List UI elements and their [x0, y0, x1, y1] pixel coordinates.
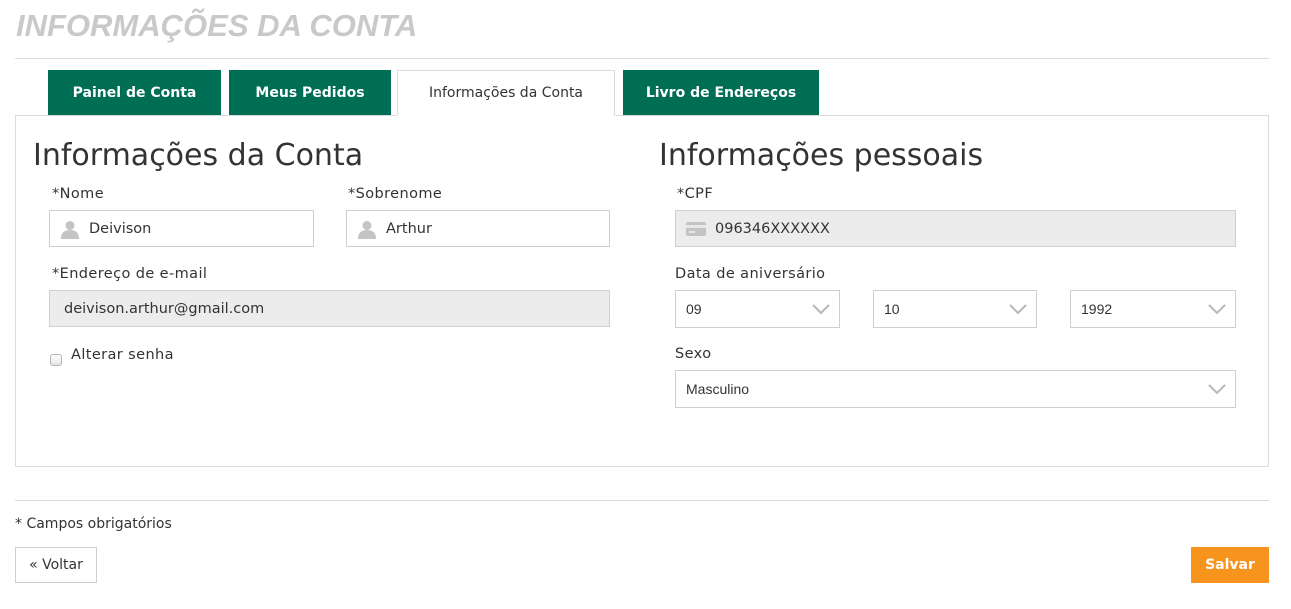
chevron-down-icon: [1208, 384, 1226, 395]
save-button[interactable]: Salvar: [1191, 547, 1269, 583]
chevron-down-icon: [1009, 304, 1027, 315]
first-name-label: *Nome: [52, 186, 105, 202]
card-icon: [685, 218, 707, 240]
last-name-field[interactable]: Arthur: [346, 210, 610, 247]
birthday-month-select[interactable]: 10: [873, 290, 1037, 328]
tab-painel-de-conta[interactable]: Painel de Conta: [48, 70, 221, 115]
first-name-field[interactable]: Deivison: [49, 210, 314, 247]
birthday-year-select[interactable]: 1992: [1070, 290, 1236, 328]
account-form-panel: Informações da Conta *Nome Deivison *Sob…: [15, 115, 1269, 467]
tab-informacoes-da-conta[interactable]: Informações da Conta: [397, 70, 615, 116]
gender-value: Masculino: [686, 381, 750, 397]
change-password-checkbox[interactable]: [50, 354, 62, 366]
chevron-down-icon: [812, 304, 830, 315]
account-info-heading: Informações da Conta: [33, 138, 364, 173]
tab-livro-de-enderecos[interactable]: Livro de Endereços: [623, 70, 819, 115]
personal-info-heading: Informações pessoais: [659, 138, 984, 173]
email-label: *Endereço de e-mail: [52, 266, 208, 282]
gender-label: Sexo: [675, 346, 712, 362]
birthday-label: Data de aniversário: [675, 266, 826, 282]
last-name-value: Arthur: [386, 220, 432, 237]
tab-meus-pedidos[interactable]: Meus Pedidos: [229, 70, 391, 115]
change-password-label: Alterar senha: [71, 347, 174, 363]
first-name-value: Deivison: [89, 220, 152, 237]
user-icon: [59, 218, 81, 240]
user-icon: [356, 218, 378, 240]
cpf-field[interactable]: 096346XXXXXX: [675, 210, 1236, 247]
email-field[interactable]: deivison.arthur@gmail.com: [49, 290, 610, 327]
required-fields-note: * Campos obrigatórios: [15, 516, 172, 532]
birthday-day-select[interactable]: 09: [675, 290, 840, 328]
gender-select[interactable]: Masculino: [675, 370, 1236, 408]
cpf-value: 096346XXXXXX: [715, 220, 830, 237]
footer-divider: [15, 500, 1269, 501]
email-value: deivison.arthur@gmail.com: [64, 300, 265, 317]
chevron-down-icon: [1208, 304, 1226, 315]
birthday-day-value: 09: [686, 301, 702, 317]
title-divider: [15, 58, 1269, 59]
cpf-label: *CPF: [677, 186, 714, 202]
birthday-month-value: 10: [884, 301, 900, 317]
page-title: INFORMAÇÕES DA CONTA: [16, 8, 418, 43]
birthday-year-value: 1992: [1081, 301, 1113, 317]
back-button[interactable]: « Voltar: [15, 547, 97, 583]
last-name-label: *Sobrenome: [348, 186, 443, 202]
